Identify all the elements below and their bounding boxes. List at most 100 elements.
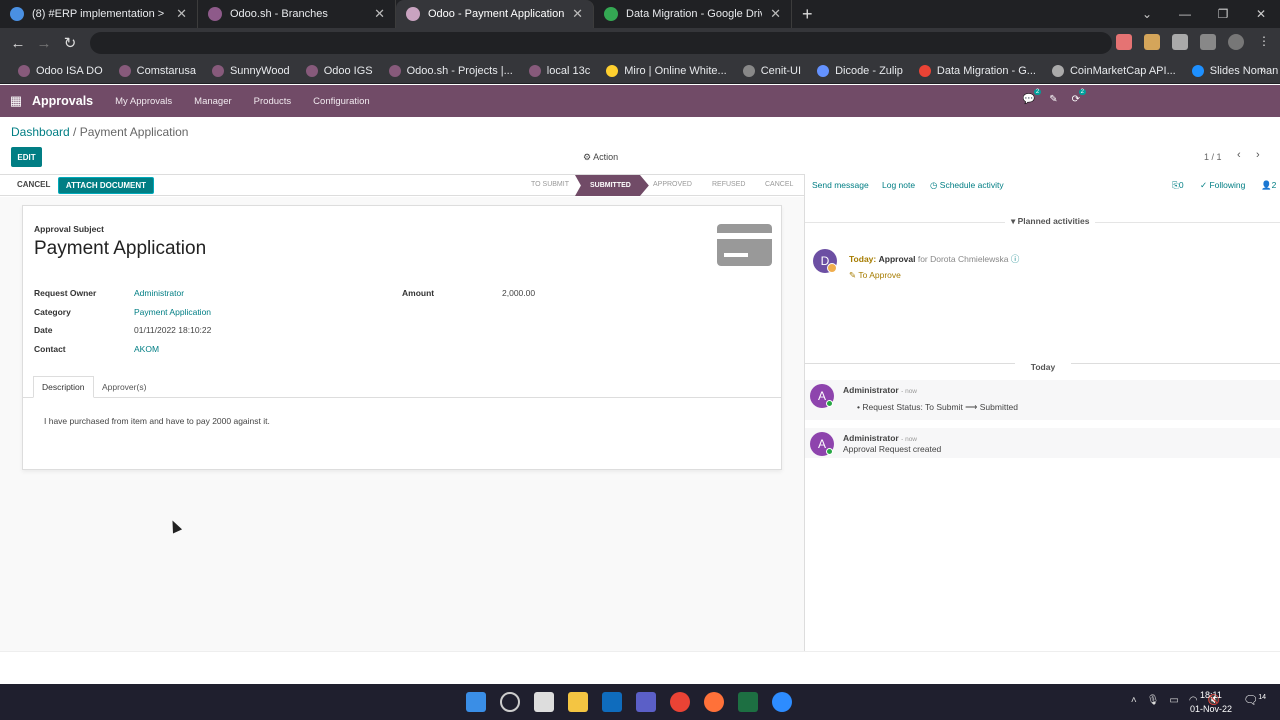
notebook-tabs: Description Approver(s) [23, 376, 781, 398]
folder-icon[interactable] [568, 692, 588, 712]
edit-icon[interactable]: ✎ [1049, 94, 1057, 105]
menu-icon[interactable]: ⋮ [1256, 34, 1272, 50]
menu-configuration[interactable]: Configuration [313, 96, 370, 107]
category-image [717, 224, 772, 266]
bookmark-item[interactable]: Odoo IGS [298, 64, 381, 77]
stage-submitted[interactable]: SUBMITTED [575, 175, 649, 196]
bookmark-favicon-icon [528, 64, 541, 77]
pager-next-icon[interactable]: › [1256, 149, 1260, 161]
followers-button[interactable]: 👤2 [1261, 180, 1276, 191]
bookmark-item[interactable]: Data Migration - G... [911, 64, 1044, 77]
browser-tab-erp[interactable]: (8) #ERP implementation > POC ✕ [0, 0, 198, 28]
close-icon[interactable]: ✕ [176, 6, 187, 22]
taskbar-clock[interactable]: 18:11 01-Nov-22 [1190, 688, 1232, 716]
new-tab-button[interactable]: + [792, 0, 823, 28]
close-icon[interactable]: ✕ [374, 6, 385, 22]
close-icon[interactable]: ✕ [770, 6, 781, 22]
tab-approvers[interactable]: Approver(s) [94, 376, 154, 398]
forward-icon[interactable]: → [31, 35, 57, 52]
puzzle-icon[interactable] [1172, 34, 1188, 50]
close-window-icon[interactable]: ✕ [1242, 0, 1280, 28]
activity-icon[interactable]: ⟳ 2 [1072, 89, 1086, 105]
tab-search-icon[interactable]: ⌄ [1128, 0, 1166, 28]
bookmark-label: Slides Noman [1209, 64, 1279, 77]
close-icon[interactable]: ✕ [572, 6, 583, 22]
teams-icon[interactable] [636, 692, 656, 712]
stage-cancel[interactable]: CANCEL [765, 181, 793, 188]
back-icon[interactable]: ← [5, 35, 31, 52]
request-owner-value[interactable]: Administrator [134, 288, 184, 298]
bookmark-favicon-icon [817, 64, 830, 77]
edit-button[interactable]: EDIT [11, 147, 42, 167]
bookmark-item[interactable]: Odoo ISA DO [10, 64, 111, 77]
amount-label: Amount [402, 288, 435, 298]
odoo-icon [208, 7, 222, 21]
taskbar-apps [466, 692, 792, 712]
category-value[interactable]: Payment Application [134, 307, 211, 317]
browser-tab-google-drive[interactable]: Data Migration - Google Drive ✕ [594, 0, 792, 28]
bookmark-favicon-icon [305, 64, 318, 77]
battery-icon[interactable]: ▭ [1169, 695, 1178, 706]
app-name[interactable]: Approvals [32, 94, 93, 108]
info-icon[interactable]: ⓘ [1011, 254, 1020, 264]
bookmarks-overflow-icon[interactable]: » [1260, 64, 1266, 76]
send-message-button[interactable]: Send message [812, 180, 869, 190]
microphone-icon[interactable]: 🎙 [1147, 695, 1160, 706]
firefox-icon[interactable] [704, 692, 724, 712]
attach-document-button[interactable]: ATTACH DOCUMENT [58, 177, 154, 194]
bookmark-item[interactable]: Odoo.sh - Projects |... [381, 64, 521, 77]
outlook-icon[interactable] [602, 692, 622, 712]
notification-center-icon[interactable]: 🗨14 [1243, 693, 1266, 707]
stage-to-submit[interactable]: TO SUBMIT [531, 181, 569, 188]
address-bar[interactable] [90, 32, 1112, 54]
windows-start-icon[interactable] [466, 692, 486, 712]
cancel-button[interactable]: CANCEL [17, 180, 50, 189]
tab-description[interactable]: Description [33, 376, 94, 398]
pager-previous-icon[interactable]: ‹ [1237, 149, 1241, 161]
apps-menu-icon[interactable]: ▦ [0, 93, 32, 109]
side-panel-icon[interactable] [1200, 34, 1216, 50]
record-extension-icon[interactable] [1116, 34, 1132, 50]
pager-value[interactable]: 1 / 1 [1204, 152, 1222, 162]
menu-manager[interactable]: Manager [194, 96, 232, 107]
bookmark-item[interactable]: CoinMarketCap API... [1044, 64, 1184, 77]
browser-tab-payment-application[interactable]: Odoo - Payment Application ✕ [396, 0, 594, 28]
bookmark-item[interactable]: Cenit-UI [735, 64, 809, 77]
menu-products[interactable]: Products [254, 96, 292, 107]
search-icon[interactable] [500, 692, 520, 712]
description-text: I have purchased from item and have to p… [44, 416, 270, 426]
bookmark-favicon-icon [918, 64, 931, 77]
profile-avatar[interactable] [1228, 34, 1244, 50]
bookmark-item[interactable]: Comstarusa [111, 64, 204, 77]
chrome-icon[interactable] [670, 692, 690, 712]
following-button[interactable]: ✓ Following [1200, 180, 1245, 191]
bookmark-label: Odoo ISA DO [36, 64, 103, 77]
extension-icon[interactable] [1144, 34, 1160, 50]
contact-value[interactable]: AKOM [134, 344, 159, 354]
zulip-icon [10, 7, 24, 21]
minimize-icon[interactable]: — [1166, 0, 1204, 28]
breadcrumb-dashboard[interactable]: Dashboard [11, 125, 70, 139]
bookmark-item[interactable]: local 13c [521, 64, 598, 77]
bookmark-item[interactable]: SunnyWood [204, 64, 298, 77]
zoom-icon[interactable] [772, 692, 792, 712]
reload-icon[interactable]: ↻ [57, 34, 83, 52]
bookmark-item[interactable]: Dicode - Zulip [809, 64, 911, 77]
action-menu[interactable]: ⚙ Action [583, 152, 618, 163]
restore-icon[interactable]: ❐ [1204, 0, 1242, 28]
chevron-up-icon[interactable]: ˄ [1131, 695, 1137, 706]
planned-activities-toggle[interactable]: ▾ Planned activities [1005, 216, 1096, 227]
stage-approved[interactable]: APPROVED [653, 181, 692, 188]
schedule-activity-button[interactable]: ◷ Schedule activity [930, 180, 1004, 191]
bookmark-label: Odoo.sh - Projects |... [406, 64, 513, 77]
menu-my-approvals[interactable]: My Approvals [115, 96, 172, 107]
request-owner-label: Request Owner [34, 288, 97, 298]
browser-tab-odoo-sh[interactable]: Odoo.sh - Branches ✕ [198, 0, 396, 28]
excel-icon[interactable] [738, 692, 758, 712]
log-note-button[interactable]: Log note [882, 180, 915, 190]
file-explorer-icon[interactable] [534, 692, 554, 712]
stage-refused[interactable]: REFUSED [712, 181, 745, 188]
bookmark-item[interactable]: Miro | Online White... [598, 64, 735, 77]
attachments-button[interactable]: ⎘0 [1172, 180, 1184, 191]
messaging-icon[interactable]: 💬 2 [1023, 89, 1042, 105]
